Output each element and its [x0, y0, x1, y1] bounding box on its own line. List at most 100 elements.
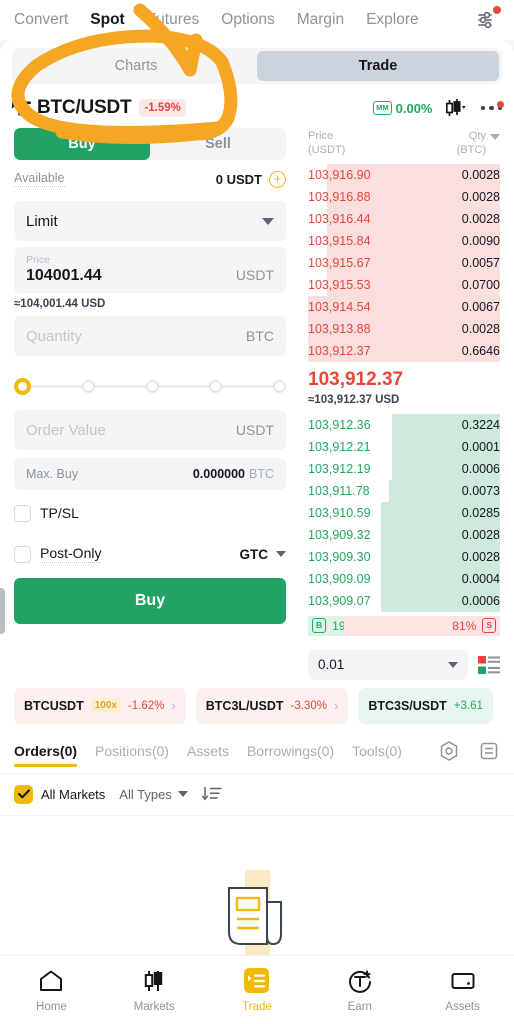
- slider-node-50[interactable]: [145, 379, 159, 393]
- all-types-select[interactable]: All Types: [119, 787, 188, 802]
- tab-positions[interactable]: Positions(0): [95, 729, 169, 773]
- depth-step-select[interactable]: 0.01: [308, 649, 468, 680]
- row-price: 103,915.67: [308, 255, 371, 270]
- all-markets-checkbox[interactable]: [14, 784, 33, 804]
- topnav-item-futures[interactable]: Futures: [147, 11, 200, 29]
- trade-icon-box: [244, 968, 270, 993]
- sell-tab[interactable]: Sell: [150, 128, 286, 160]
- ask-row[interactable]: 103,916.88 0.0028: [308, 185, 500, 208]
- bid-row[interactable]: 103,912.36 0.3224: [308, 413, 500, 436]
- last-price: 103,912.37: [308, 368, 404, 390]
- bid-row[interactable]: 103,909.07 0.0006: [308, 589, 500, 612]
- bid-row[interactable]: 103,911.78 0.0073: [308, 479, 500, 502]
- topnav-item-options[interactable]: Options: [221, 11, 274, 29]
- price-input[interactable]: Price 104001.44 USDT: [14, 247, 286, 293]
- tab-assets[interactable]: Assets: [187, 729, 229, 773]
- row-price: 103,909.32: [308, 527, 371, 542]
- row-qty: 0.0067: [461, 299, 500, 314]
- tab-charts[interactable]: Charts: [15, 51, 257, 81]
- ask-row[interactable]: 103,914.54 0.0067: [308, 295, 500, 318]
- quantity-unit: BTC: [246, 328, 274, 344]
- bottomnav-item-home[interactable]: Home: [0, 968, 103, 1013]
- ticker-change: -3.30%: [290, 699, 327, 712]
- bottomnav-item-markets[interactable]: Markets: [103, 968, 206, 1013]
- bid-row[interactable]: 103,910.59 0.0285: [308, 501, 500, 524]
- price-label: Price: [26, 253, 50, 266]
- bottomnav-item-earn[interactable]: Earn: [308, 968, 411, 1013]
- ticker-change: -1.62%: [127, 699, 165, 712]
- row-qty: 0.0028: [461, 211, 500, 226]
- bid-row[interactable]: 103,909.09 0.0004: [308, 567, 500, 590]
- submit-buy-button[interactable]: Buy: [14, 578, 286, 624]
- orderbook-layout-icon[interactable]: [478, 655, 500, 675]
- order-book: Price (USDT) Qty (BTC) 103,916.90 0.0028 1…: [300, 128, 514, 680]
- hexagon-gear-icon[interactable]: [438, 740, 460, 762]
- slider-node-100[interactable]: [273, 379, 286, 393]
- ticker-name: BTC3L/USDT: [205, 698, 284, 713]
- ask-row[interactable]: 103,915.53 0.0700: [308, 273, 500, 296]
- document-list-icon[interactable]: [478, 740, 500, 762]
- bottomnav-item-assets[interactable]: Assets: [411, 968, 514, 1013]
- order-value-input[interactable]: Order Value USDT: [14, 410, 286, 450]
- post-only-row[interactable]: Post-Only GTC: [14, 536, 286, 572]
- row-qty: 0.0001: [461, 439, 500, 454]
- view-segment-control: Charts Trade: [12, 48, 502, 84]
- topnav-item-convert[interactable]: Convert: [14, 11, 68, 29]
- topnav-item-explore[interactable]: Explore: [366, 11, 419, 29]
- ticker-item[interactable]: BTC3L/USDT -3.30% ›: [195, 687, 349, 724]
- tpsl-checkbox[interactable]: [14, 504, 31, 522]
- more-dots-icon[interactable]: [480, 100, 504, 111]
- orderbook-qty-header-line2: (BTC): [456, 143, 486, 156]
- percent-slider[interactable]: [14, 368, 286, 404]
- orderbook-qty-header[interactable]: Qty (BTC): [457, 130, 500, 158]
- topnav-item-spot[interactable]: Spot: [90, 11, 124, 29]
- order-type-select[interactable]: Limit: [14, 201, 286, 241]
- bid-row[interactable]: 103,912.19 0.0006: [308, 457, 500, 480]
- tab-borrowings[interactable]: Borrowings(0): [247, 729, 334, 773]
- row-price: 103,909.09: [308, 571, 371, 586]
- ask-row[interactable]: 103,916.44 0.0028: [308, 207, 500, 230]
- slider-node-25[interactable]: [81, 379, 95, 393]
- plus-circle-icon[interactable]: +: [269, 170, 286, 188]
- tab-trade[interactable]: Trade: [257, 51, 499, 81]
- tpsl-row[interactable]: TP/SL: [14, 495, 286, 531]
- edge-scroll-handle[interactable]: [0, 588, 5, 634]
- row-price: 103,914.54: [308, 299, 371, 314]
- sort-descending-icon[interactable]: [201, 786, 222, 802]
- tab-orders[interactable]: Orders(0): [14, 729, 78, 773]
- page-title[interactable]: BTC/USDT: [37, 97, 132, 119]
- empty-state: [0, 816, 514, 955]
- ask-row[interactable]: 103,912.37 0.6646: [308, 339, 500, 362]
- ticker-change: +3.61: [453, 699, 483, 712]
- bottomnav-item-trade[interactable]: Trade: [206, 968, 309, 1013]
- post-only-checkbox[interactable]: [14, 545, 31, 563]
- candlestick-icon[interactable]: [445, 98, 467, 118]
- ticker-item[interactable]: BTC3S/USDT +3.61: [358, 687, 493, 724]
- quantity-input[interactable]: Quantity BTC: [14, 316, 286, 356]
- all-markets-label[interactable]: All Markets: [41, 787, 105, 802]
- row-qty: 0.0028: [461, 549, 500, 564]
- slider-node-0[interactable]: [14, 377, 31, 395]
- slider-node-75[interactable]: [209, 379, 223, 393]
- buy-tab[interactable]: Buy: [14, 128, 150, 160]
- tab-tools[interactable]: Tools(0): [352, 729, 402, 773]
- order-book-header: Price (USDT) Qty (BTC): [308, 128, 500, 158]
- ticker-item[interactable]: BTCUSDT 100x -1.62% ›: [14, 687, 186, 724]
- bid-row[interactable]: 103,912.21 0.0001: [308, 435, 500, 458]
- bid-row[interactable]: 103,909.30 0.0028: [308, 545, 500, 568]
- row-price: 103,909.07: [308, 593, 371, 608]
- time-in-force-value[interactable]: GTC: [240, 547, 269, 562]
- max-buy-label: Max. Buy: [26, 467, 79, 481]
- max-buy-row: Max. Buy 0.000000 BTC: [14, 458, 286, 490]
- ask-row[interactable]: 103,915.67 0.0057: [308, 251, 500, 274]
- chevron-down-icon[interactable]: [276, 551, 286, 557]
- orderbook-controls: 0.01: [308, 649, 500, 680]
- sell-tag: S: [482, 618, 496, 633]
- ask-row[interactable]: 103,916.90 0.0028: [308, 163, 500, 186]
- topnav-item-margin[interactable]: Margin: [297, 11, 344, 29]
- ask-row[interactable]: 103,915.84 0.0090: [308, 229, 500, 252]
- bid-row[interactable]: 103,909.32 0.0028: [308, 523, 500, 546]
- list-menu-icon[interactable]: [12, 101, 31, 116]
- ask-row[interactable]: 103,913.88 0.0028: [308, 317, 500, 340]
- sliders-icon[interactable]: [474, 6, 501, 33]
